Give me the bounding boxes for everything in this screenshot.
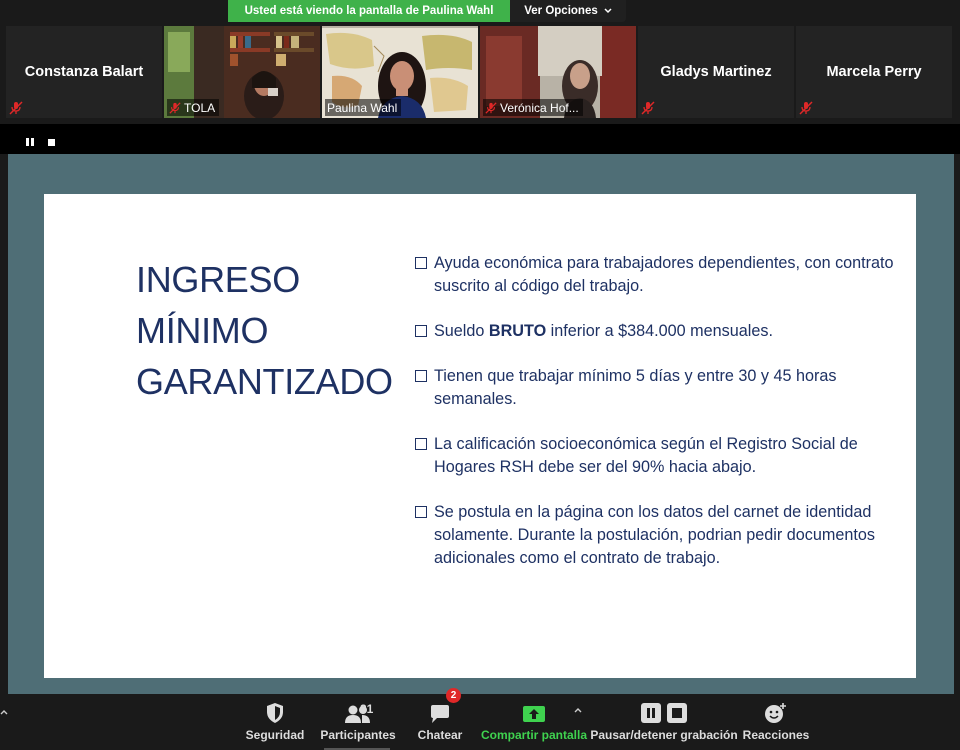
security-label: Seguridad [245, 728, 305, 742]
meeting-toolbar: Seguridad 31 Participantes 2 Chatear Com… [0, 688, 960, 750]
chat-unread-badge: 2 [446, 688, 461, 703]
participant-name: Verónica Hof... [500, 100, 579, 115]
participant-name: Gladys Martinez [660, 64, 772, 80]
recording-controls [26, 138, 55, 146]
reactions-label: Reacciones [742, 728, 810, 742]
muted-mic-icon [485, 101, 497, 114]
slide-title: INGRESO MÍNIMO GARANTIZADO [136, 254, 406, 407]
slide-bullet: Sueldo BRUTO inferior a $384.000 mensual… [414, 320, 904, 343]
slide-bullet: Ayuda económica para trabajadores depend… [414, 252, 904, 298]
share-screen-label: Compartir pantalla [480, 728, 588, 742]
checkbox-bullet-icon [415, 506, 427, 518]
view-options-label: Ver Opciones [524, 5, 598, 17]
participant-label: TOLA [167, 99, 220, 116]
checkbox-bullet-icon [415, 257, 427, 269]
security-button[interactable]: Seguridad [246, 694, 304, 750]
participants-button[interactable]: 31 Participantes [320, 694, 396, 750]
participant-label: Paulina Wahl [325, 99, 402, 116]
recording-bar [0, 124, 960, 154]
reactions-button[interactable]: Reacciones [742, 694, 810, 750]
participant-tile[interactable]: Constanza Balart [6, 26, 162, 118]
share-message: Usted está viendo la pantalla de Paulina… [228, 0, 510, 22]
chat-button[interactable]: 2 Chatear [416, 688, 464, 750]
checkbox-bullet-icon [415, 438, 427, 450]
view-options-button[interactable]: Ver Opciones [510, 0, 626, 22]
chevron-up-icon[interactable] [573, 706, 583, 714]
checkbox-bullet-icon [415, 325, 427, 337]
slide-bullet-list: Ayuda económica para trabajadores depend… [414, 252, 904, 592]
participant-name: Constanza Balart [24, 64, 144, 80]
muted-mic-icon [9, 101, 23, 115]
share-banner: Usted está viendo la pantalla de Paulina… [228, 0, 626, 22]
muted-mic-icon [799, 101, 813, 115]
participants-count: 31 [360, 702, 374, 716]
chat-label: Chatear [417, 728, 463, 742]
participant-name: Paulina Wahl [327, 100, 398, 115]
participant-tile[interactable]: Marcela Perry [796, 26, 952, 118]
record-label: Pausar/detener grabación [590, 728, 738, 742]
stop-recording-icon[interactable] [48, 138, 55, 146]
share-screen-icon [523, 706, 545, 722]
participants-label: Participantes [320, 728, 396, 742]
participant-name: Marcela Perry [826, 64, 922, 80]
slide-bullet: Tienen que trabajar mínimo 5 días y entr… [414, 365, 904, 411]
slide-title-line: MÍNIMO [136, 310, 269, 351]
pause-icon [641, 703, 661, 723]
muted-mic-icon [169, 101, 181, 114]
slide-title-line: GARANTIZADO [136, 361, 393, 402]
slide-title-line: INGRESO [136, 259, 300, 300]
participant-tile-active-speaker[interactable]: Paulina Wahl [322, 26, 478, 118]
slide-bullet: Se postula en la página con los datos de… [414, 501, 904, 570]
stop-icon [667, 703, 687, 723]
checkbox-bullet-icon [415, 370, 427, 382]
chat-bubble-icon [431, 705, 449, 723]
share-screen-button[interactable]: Compartir pantalla [480, 694, 588, 750]
participant-tile[interactable]: TOLA [164, 26, 320, 118]
participant-name: TOLA [184, 100, 216, 115]
zoom-meeting-window: Usted está viendo la pantalla de Paulina… [0, 0, 960, 750]
participant-tile[interactable]: Verónica Hof... [480, 26, 636, 118]
presentation-slide: INGRESO MÍNIMO GARANTIZADO Ayuda económi… [44, 194, 916, 678]
chevron-up-icon[interactable] [0, 708, 8, 716]
muted-mic-icon [641, 101, 655, 115]
participant-tile[interactable]: Gladys Martinez [638, 26, 794, 118]
smiley-icon [765, 703, 786, 723]
pause-stop-recording-button[interactable]: Pausar/detener grabación [590, 694, 738, 750]
chevron-down-icon [604, 8, 612, 14]
shield-icon [267, 703, 283, 723]
participant-strip: Constanza Balart TOLA Paulina Wahl Verón… [0, 24, 960, 120]
shared-screen: INGRESO MÍNIMO GARANTIZADO Ayuda económi… [8, 154, 954, 694]
pause-recording-icon[interactable] [26, 138, 34, 146]
participant-label: Verónica Hof... [483, 99, 583, 116]
slide-bullet: La calificación socioeconómica según el … [414, 433, 904, 479]
